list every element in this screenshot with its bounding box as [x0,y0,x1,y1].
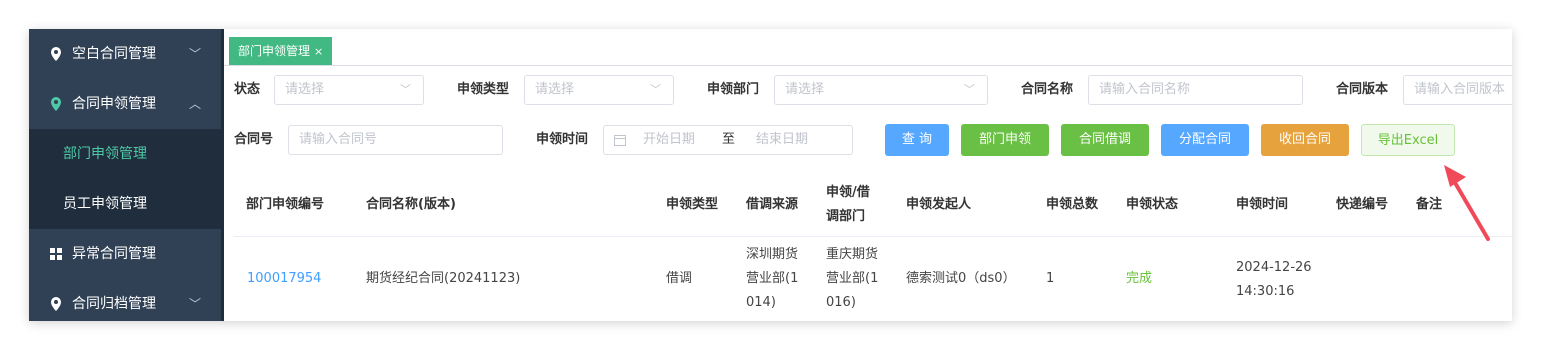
annotation-arrow-icon [1444,165,1490,241]
contract-name-label: 合同名称 [1021,82,1074,97]
sidebar-item-contract-archive[interactable]: 合同归档管理 ﹀ [29,279,221,321]
recall-contract-button[interactable]: 收回合同 [1261,124,1349,156]
sidebar: 空白合同管理 ﹀ 合同申领管理 ︿ 部门申领管理 员工申领管理 异常合同管理 合… [29,29,224,321]
sidebar-item-label: 空白合同管理 [72,46,156,62]
grid-icon [50,248,62,260]
dept-cell: 016) [826,295,856,310]
contract-no-input[interactable]: 请输入合同号 [288,125,503,155]
column-header: 申领类型 [666,197,719,212]
status-label: 状态 [234,82,261,97]
contract-name-cell: 期货经纪合同(20241123) [366,271,521,286]
contract-version-placeholder: 请输入合同版本 [1414,82,1506,97]
contract-borrow-button[interactable]: 合同借调 [1061,124,1149,156]
sidebar-item-contract-apply[interactable]: 合同申领管理 ︿ [29,79,221,129]
contract-no-placeholder: 请输入合同号 [299,132,378,147]
column-header: 合同名称(版本) [366,197,456,212]
date-range-picker[interactable]: 开始日期 至 结束日期 [603,125,853,155]
contract-name-input[interactable]: 请输入合同名称 [1088,75,1303,105]
apply-id-link[interactable]: 100017954 [247,267,321,291]
column-header: 申领状态 [1126,197,1179,212]
column-header: 备注 [1416,197,1443,212]
query-button[interactable]: 查 询 [885,124,949,156]
source-cell: 营业部(1 [746,271,799,286]
app-window: 空白合同管理 ﹀ 合同申领管理 ︿ 部门申领管理 员工申领管理 异常合同管理 合… [29,29,1512,321]
apply-dept-label: 申领部门 [707,82,760,97]
tags-view: 部门申领管理 × [224,29,1512,66]
location-pin-icon [51,97,61,111]
time-cell: 14:30:16 [1236,284,1295,299]
date-range-separator: 至 [722,132,736,147]
source-cell: 深圳期货 [746,247,799,262]
contract-version-input[interactable]: 请输入合同版本 [1403,75,1512,105]
sidebar-subitem-dept-apply[interactable]: 部门申领管理 [29,129,221,179]
apply-time-label: 申领时间 [536,132,589,147]
sidebar-item-blank-contract[interactable]: 空白合同管理 ﹀ [29,29,221,79]
calendar-icon [614,135,626,146]
status-cell: 完成 [1126,271,1153,286]
assign-contract-button[interactable]: 分配合同 [1161,124,1249,156]
dept-apply-button[interactable]: 部门申领 [961,124,1049,156]
sidebar-item-label: 部门申领管理 [63,146,147,162]
chevron-down-icon: ﹀ [189,47,202,61]
contract-no-label: 合同号 [234,132,274,147]
apply-type-placeholder: 请选择 [535,82,575,97]
status-placeholder: 请选择 [285,82,325,97]
apply-dept-placeholder: 请选择 [785,82,825,97]
location-pin-icon [51,297,61,311]
sidebar-item-abnormal-contract[interactable]: 异常合同管理 [29,229,221,279]
contract-version-label: 合同版本 [1336,82,1389,97]
end-date-placeholder[interactable]: 结束日期 [756,126,808,154]
contract-name-placeholder: 请输入合同名称 [1099,82,1191,97]
apply-type-select[interactable]: 请选择 ﹀ [524,75,674,105]
chevron-up-icon: ︿ [189,97,202,111]
column-header: 调部门 [826,209,866,224]
column-header: 申领时间 [1236,197,1289,212]
dept-cell: 营业部(1 [826,271,879,286]
close-icon[interactable]: × [314,45,323,58]
dept-cell: 重庆期货 [826,247,879,262]
sidebar-item-label: 员工申领管理 [63,196,147,212]
chevron-down-icon: ﹀ [400,83,411,96]
column-header: 申领/借 [826,185,870,200]
total-cell: 1 [1046,271,1055,286]
sidebar-item-label: 合同归档管理 [72,296,156,312]
sidebar-subitem-staff-apply[interactable]: 员工申领管理 [29,179,221,229]
chevron-down-icon: ﹀ [650,83,661,96]
source-cell: 014) [746,295,776,310]
start-date-placeholder[interactable]: 开始日期 [643,126,695,154]
main-content: 部门申领管理 × 状态 请选择 ﹀ 申领类型 请选择 ﹀ 申领部门 请选择 ﹀ 合同名称… [224,29,1512,321]
column-header: 申领总数 [1046,197,1099,212]
table-divider [234,236,1512,237]
initiator-cell: 德索测试0（ds0） [906,271,1016,286]
tab-label: 部门申领管理 [238,44,311,58]
location-pin-icon [51,47,61,61]
column-header: 借调来源 [746,197,799,212]
sidebar-item-label: 合同申领管理 [72,96,156,112]
chevron-down-icon: ﹀ [964,83,975,96]
time-cell: 2024-12-26 [1236,260,1312,275]
sidebar-item-label: 异常合同管理 [72,246,156,262]
column-header: 快递编号 [1336,197,1389,212]
chevron-down-icon: ﹀ [189,297,202,311]
apply-type-cell: 借调 [666,271,693,286]
export-excel-button[interactable]: 导出Excel [1361,124,1455,156]
status-select[interactable]: 请选择 ﹀ [274,75,424,105]
column-header: 部门申领编号 [246,197,325,212]
apply-dept-select[interactable]: 请选择 ﹀ [774,75,988,105]
tab-dept-apply[interactable]: 部门申领管理 × [229,37,333,65]
apply-type-label: 申领类型 [457,82,510,97]
column-header: 申领发起人 [906,197,972,212]
